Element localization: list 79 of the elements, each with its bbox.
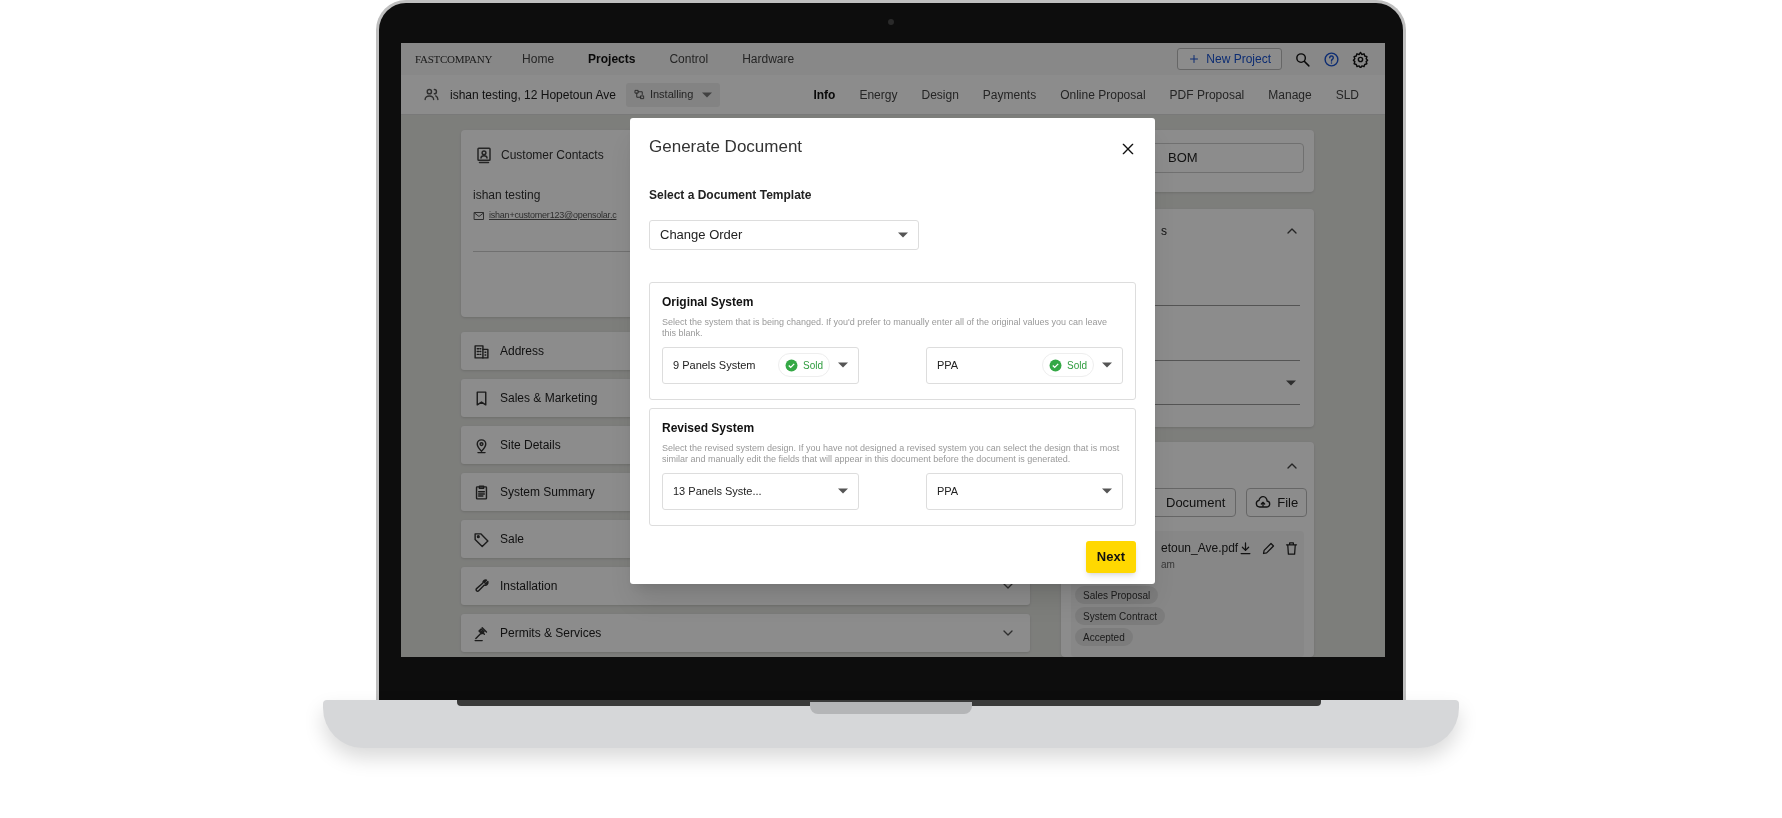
caret-icon xyxy=(838,488,848,494)
document-tag: Sales Proposal xyxy=(1075,586,1159,604)
wrench-icon xyxy=(473,577,490,595)
trash-icon xyxy=(1284,540,1300,556)
check-circle-icon xyxy=(785,358,798,372)
card-title: Customer Contacts xyxy=(501,147,604,164)
upload-file-button[interactable]: File xyxy=(1246,488,1308,517)
system-dropdown[interactable]: 13 Panels Syste... xyxy=(662,472,859,510)
settings-icon xyxy=(1352,50,1369,68)
email-link[interactable]: ishan+customer123@opensolar.c xyxy=(489,209,617,223)
project-tab[interactable]: Design xyxy=(921,85,959,104)
section-title: Address xyxy=(500,343,545,360)
system-dropdown[interactable]: PPA Sold xyxy=(926,346,1123,384)
settings-button[interactable] xyxy=(1352,50,1369,68)
template-label: Select a Document Template xyxy=(649,186,813,204)
system-dropdown[interactable]: 9 Panels System Sold xyxy=(662,346,859,384)
section-title: Permits & Services xyxy=(500,625,602,642)
caret-icon xyxy=(1102,362,1112,368)
help-button[interactable] xyxy=(1323,50,1340,68)
nav-link[interactable]: Home xyxy=(522,50,555,68)
system-dropdown[interactable]: PPA xyxy=(926,472,1123,510)
card-title: s xyxy=(1161,223,1167,240)
download-icon xyxy=(1238,540,1254,556)
download-button[interactable] xyxy=(1238,540,1254,556)
project-tab[interactable]: Payments xyxy=(982,85,1037,104)
section-title: Sales & Marketing xyxy=(500,390,598,407)
caret-icon xyxy=(1102,488,1112,494)
project-tab[interactable]: PDF Proposal xyxy=(1169,85,1245,104)
section-row[interactable]: Permits & Services xyxy=(461,614,1030,652)
caret-icon xyxy=(838,362,848,368)
search-button[interactable] xyxy=(1294,50,1311,68)
edit-button[interactable] xyxy=(1261,540,1277,556)
webcam-icon xyxy=(888,19,894,25)
building-icon xyxy=(473,342,490,360)
document-tag: Accepted xyxy=(1075,628,1133,646)
file-name[interactable]: etoun_Ave.pdf xyxy=(1161,539,1239,557)
gavel-icon xyxy=(473,624,490,642)
section-description: Select the system that is being changed. If you'd prefer to manually enter all of the original values you can leave this blank. xyxy=(662,316,1108,339)
section-description: Select the revised system design. If you have not designed a revised system you can select the design that is most similar and manually edit the fields that will appear in this document before the document is generated. xyxy=(662,442,1121,465)
caret-icon xyxy=(702,91,713,98)
mail-icon xyxy=(473,209,485,222)
section-title: System Summary xyxy=(500,484,595,501)
cloud-upload-icon xyxy=(1255,494,1272,511)
section-title: Installation xyxy=(500,578,558,595)
project-title: ishan testing, 12 Hopetoun Ave xyxy=(450,86,616,104)
section-title: Sale xyxy=(500,531,525,548)
tag-icon xyxy=(473,530,490,548)
logo[interactable]: FASTCOMPANY xyxy=(415,50,493,68)
nav-link[interactable]: Projects xyxy=(588,50,636,68)
pencil-icon xyxy=(1261,540,1277,556)
clipboard-icon xyxy=(473,483,490,501)
caret-icon xyxy=(1286,379,1296,386)
contact-card-icon xyxy=(475,146,493,164)
delete-button[interactable] xyxy=(1284,540,1300,556)
project-tab[interactable]: Manage xyxy=(1268,85,1312,104)
new-project-button[interactable]: New Project xyxy=(1177,48,1282,70)
section-heading: Revised System xyxy=(662,419,756,437)
template-dropdown[interactable]: Change Order xyxy=(649,219,919,250)
help-icon xyxy=(1323,50,1340,68)
project-tab[interactable]: Energy xyxy=(859,85,898,104)
project-tab[interactable]: Info xyxy=(813,85,836,104)
nav-link[interactable]: Control xyxy=(669,50,709,68)
section-heading: Original System xyxy=(662,293,755,311)
people-icon xyxy=(423,86,440,103)
dialog-title: Generate Document xyxy=(649,136,803,158)
contact-name: ishan testing xyxy=(473,187,541,204)
search-icon xyxy=(1294,50,1311,68)
caret-icon xyxy=(898,231,908,238)
project-tab[interactable]: Online Proposal xyxy=(1060,85,1146,104)
section-title: Site Details xyxy=(500,437,561,454)
next-button[interactable]: Next xyxy=(1085,540,1136,573)
project-tab[interactable]: SLD xyxy=(1335,85,1359,104)
check-circle-icon xyxy=(1049,358,1062,372)
nav-link[interactable]: Hardware xyxy=(742,50,795,68)
stage-dropdown[interactable]: Installing xyxy=(625,82,721,107)
flow-icon xyxy=(633,89,645,100)
file-meta: am xyxy=(1161,558,1176,572)
document-tag: System Contract xyxy=(1075,607,1165,625)
plus-icon xyxy=(1188,53,1201,65)
